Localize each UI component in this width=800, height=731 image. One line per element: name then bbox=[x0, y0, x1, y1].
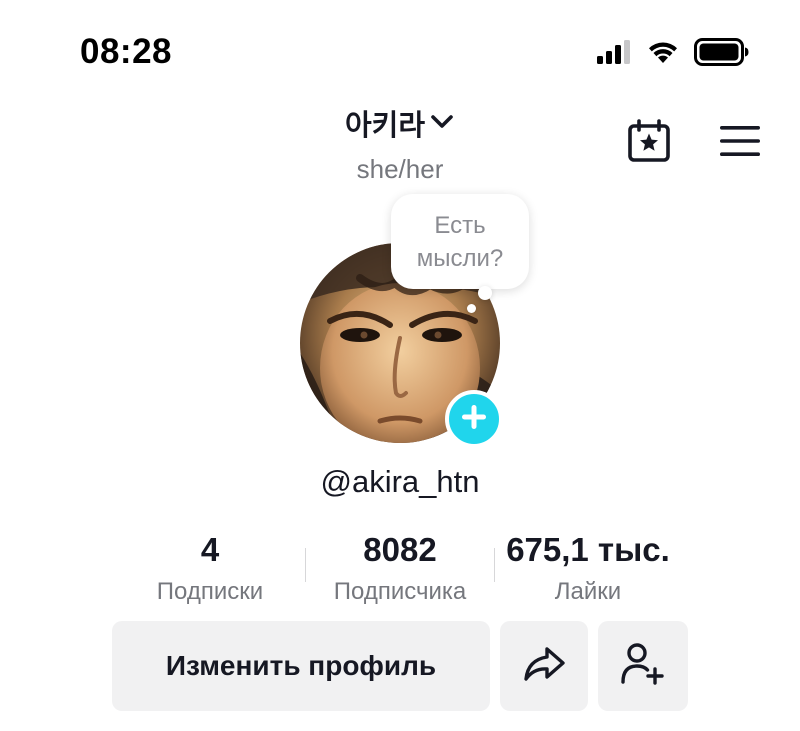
likes-count: 675,1 тыс. bbox=[506, 531, 670, 568]
wifi-icon bbox=[646, 39, 680, 70]
plus-icon bbox=[459, 402, 489, 437]
cellular-signal-icon bbox=[596, 39, 632, 70]
pronouns: she/her bbox=[356, 154, 444, 184]
account-switcher[interactable]: 아키라 bbox=[0, 102, 800, 144]
battery-icon bbox=[694, 38, 750, 71]
stat-following[interactable]: 4 Подписки bbox=[130, 530, 290, 607]
followers-label: Подписчика bbox=[333, 578, 467, 605]
thought-bubble[interactable]: Есть мысли? bbox=[391, 194, 529, 289]
username: @akira_htn bbox=[320, 464, 480, 499]
status-time: 08:28 bbox=[80, 32, 173, 71]
chevron-down-icon bbox=[429, 108, 455, 139]
calendar-button[interactable] bbox=[624, 118, 674, 168]
thought-bubble-tail bbox=[467, 304, 476, 313]
display-name: 아키라 bbox=[344, 108, 426, 142]
followers-count: 8082 bbox=[363, 531, 437, 568]
share-arrow-icon bbox=[522, 644, 566, 689]
following-label: Подписки bbox=[156, 578, 264, 605]
add-friend-button[interactable] bbox=[598, 621, 688, 711]
status-bar: 08:28 bbox=[0, 0, 800, 100]
thought-bubble-tail bbox=[478, 286, 492, 300]
hamburger-menu-icon bbox=[719, 125, 761, 162]
stat-followers[interactable]: 8082 Подписчика bbox=[310, 530, 490, 607]
following-count: 4 bbox=[200, 531, 220, 568]
share-profile-button[interactable] bbox=[500, 621, 588, 711]
calendar-star-icon bbox=[626, 118, 672, 169]
add-avatar-button[interactable] bbox=[445, 390, 503, 448]
profile-header: 아키라 she/her bbox=[0, 100, 800, 190]
menu-button[interactable] bbox=[716, 122, 764, 164]
status-icons bbox=[596, 38, 750, 71]
stat-divider bbox=[305, 548, 306, 582]
add-friend-icon bbox=[620, 641, 666, 692]
stat-likes[interactable]: 675,1 тыс. Лайки bbox=[492, 530, 684, 607]
edit-profile-button[interactable]: Изменить профиль bbox=[112, 621, 490, 711]
likes-label: Лайки bbox=[554, 578, 622, 605]
